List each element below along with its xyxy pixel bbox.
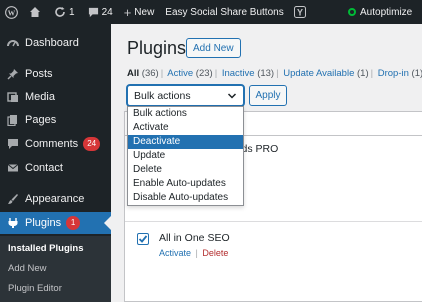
filter-drop-in[interactable]: Drop-in (1) — [378, 68, 422, 79]
plugin-icon — [6, 216, 20, 230]
sidebar-item-label: Appearance — [25, 193, 85, 205]
plugin-status-filters: All (36) | Active (23) | Inactive (13) | Up… — [127, 68, 422, 79]
sidebar-item-label: Media — [25, 91, 55, 103]
plus-icon: + — [123, 4, 132, 20]
delete-link[interactable]: Delete — [202, 248, 228, 258]
admin-bar: W 1 24 + New Easy Social Share Buttons Y… — [0, 0, 422, 24]
bulk-actions-dropdown: Bulk actions Activate Deactivate Update … — [127, 106, 244, 206]
filter-label: Drop-in — [377, 68, 409, 79]
new-label: New — [134, 6, 155, 18]
social-share-plugin-link[interactable]: Easy Social Share Buttons — [159, 0, 288, 24]
sidebar-item-label: Contact — [25, 162, 63, 174]
option-update[interactable]: Update — [128, 149, 243, 163]
sidebar-item-label: Pages — [25, 114, 57, 126]
comment-bubble-icon — [88, 7, 98, 17]
apply-button[interactable]: Apply — [249, 85, 287, 106]
bulk-actions-value: Bulk actions — [134, 89, 191, 102]
sidebar-item-contact[interactable]: Contact — [0, 157, 111, 179]
submenu-add-new[interactable]: Add New — [8, 263, 47, 274]
autoptimize-menu[interactable]: Autoptimize — [343, 0, 417, 24]
bulk-actions-select[interactable]: Bulk actions — [127, 85, 244, 106]
svg-text:W: W — [8, 8, 16, 17]
submenu-installed-plugins[interactable]: Installed Plugins — [8, 243, 84, 254]
submenu-plugin-editor[interactable]: Plugin Editor — [8, 283, 62, 294]
filter-count: (23) — [195, 68, 213, 79]
brush-icon — [6, 192, 20, 206]
social-share-plugin-label: Easy Social Share Buttons — [165, 6, 284, 18]
sidebar-item-comments[interactable]: Comments 24 — [0, 133, 111, 155]
plugin-name: All in One SEO — [159, 232, 230, 244]
filter-all[interactable]: All (36) — [127, 68, 159, 79]
media-icon — [6, 90, 20, 104]
activate-link[interactable]: Activate — [159, 248, 191, 258]
filter-label: Inactive — [221, 68, 255, 79]
dashboard-icon — [6, 36, 20, 50]
filter-count: (36) — [141, 68, 159, 79]
filter-label: Active — [167, 68, 194, 79]
updates-count: 1 — [69, 6, 75, 18]
sidebar-item-dashboard[interactable]: Dashboard — [0, 32, 111, 54]
option-disable-auto-updates[interactable]: Disable Auto-updates — [128, 191, 243, 205]
sidebar-item-label: Posts — [25, 68, 53, 80]
updates-button[interactable]: 1 — [46, 0, 80, 24]
option-activate[interactable]: Activate — [128, 121, 243, 135]
option-bulk-actions[interactable]: Bulk actions — [128, 107, 243, 121]
sidebar-item-appearance[interactable]: Appearance — [0, 188, 111, 210]
action-separator: | — [195, 248, 198, 258]
filter-inactive[interactable]: Inactive (13) — [222, 68, 274, 79]
pages-icon — [6, 113, 20, 127]
chevron-down-icon — [227, 93, 237, 99]
row-actions: Activate | Delete — [159, 248, 228, 258]
filter-active[interactable]: Active (23) — [167, 68, 212, 79]
comments-button[interactable]: 24 — [80, 0, 118, 24]
sidebar-item-label: Dashboard — [25, 37, 79, 49]
sidebar-item-media[interactable]: Media — [0, 86, 111, 108]
filter-count: (13) — [257, 68, 275, 79]
plugin-checkbox[interactable] — [137, 233, 149, 245]
sidebar-item-label: Comments — [25, 138, 79, 150]
filter-count: (1) — [411, 68, 422, 79]
svg-text:Y: Y — [297, 8, 303, 18]
sidebar-item-label: Plugins — [25, 217, 62, 229]
checkmark-icon — [138, 235, 148, 243]
option-delete[interactable]: Delete — [128, 163, 243, 177]
add-new-button[interactable]: Add New — [186, 38, 241, 58]
home-icon[interactable] — [24, 0, 46, 24]
sidebar-item-plugins[interactable]: Plugins 1 — [0, 212, 111, 234]
new-content-button[interactable]: + New — [118, 0, 160, 24]
yoast-icon[interactable]: Y — [289, 0, 311, 24]
row-divider — [125, 221, 422, 222]
filter-count: (1) — [357, 68, 369, 79]
pin-icon — [6, 67, 20, 81]
filter-label: All — [127, 68, 140, 79]
refresh-icon — [55, 7, 65, 17]
filter-label: Update Available — [283, 68, 355, 79]
admin-sidebar: Dashboard Posts Media Pages Comments 24 … — [0, 24, 111, 302]
sidebar-item-posts[interactable]: Posts — [0, 63, 111, 85]
page-title: Plugins — [127, 38, 187, 58]
wordpress-logo-icon[interactable]: W — [0, 0, 24, 24]
option-enable-auto-updates[interactable]: Enable Auto-updates — [128, 177, 243, 191]
comment-icon — [6, 137, 20, 151]
status-circle-icon — [348, 8, 356, 16]
autoptimize-label: Autoptimize — [360, 6, 413, 18]
option-deactivate[interactable]: Deactivate — [128, 135, 243, 149]
plugins-submenu: Installed Plugins Add New Plugin Editor — [0, 236, 111, 302]
plugins-badge: 1 — [66, 216, 81, 230]
comments-count: 24 — [101, 6, 113, 18]
mail-icon — [6, 161, 20, 175]
filter-update-available[interactable]: Update Available (1) — [283, 68, 368, 79]
sidebar-item-pages[interactable]: Pages — [0, 109, 111, 131]
comments-badge: 24 — [83, 137, 101, 151]
